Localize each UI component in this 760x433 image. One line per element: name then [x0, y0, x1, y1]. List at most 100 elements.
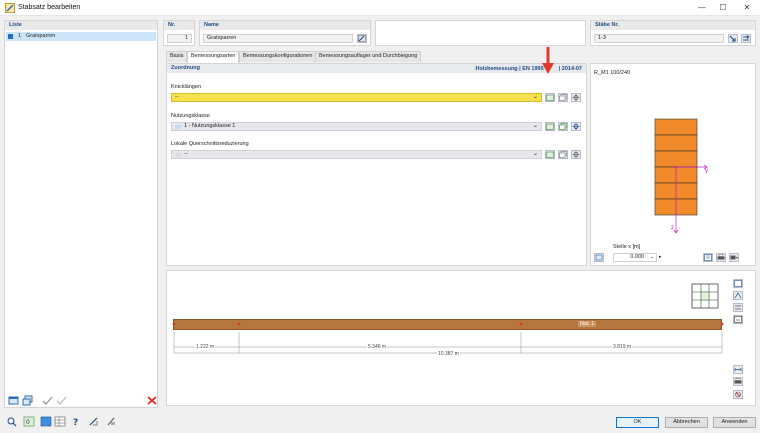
copy-reduction-button[interactable]	[558, 150, 568, 159]
list-item[interactable]: 1 Gratsparren	[6, 32, 156, 41]
section-settings-button[interactable]	[594, 253, 604, 262]
design-standard-right: | 2014-07	[558, 66, 582, 72]
title-bar: Stabsatz bearbeiten — ☐ ✕	[0, 0, 760, 16]
buckling-select[interactable]: -- ⌄	[171, 93, 542, 102]
tab-design-types[interactable]: Bemessungsarten	[187, 51, 240, 63]
name-label: Name	[200, 21, 370, 30]
edit-name-button[interactable]	[357, 34, 367, 43]
svg-text:0: 0	[26, 419, 30, 426]
edit-uncheck-icon[interactable]	[56, 395, 68, 406]
copy-icon	[559, 151, 567, 158]
cancel-button[interactable]: Abbrechen	[665, 417, 708, 428]
name-box: Name Gratsparren	[199, 20, 371, 46]
step-arrow-icon[interactable]: ▸	[659, 254, 662, 260]
buckling-value: --	[175, 94, 179, 100]
units-icon[interactable]: 0	[23, 416, 35, 427]
zoom-extents-icon	[734, 368, 742, 371]
reverse-members-button[interactable]	[741, 34, 751, 43]
dimension-1: 1.222 m	[195, 344, 216, 350]
view-button-2[interactable]	[733, 291, 743, 300]
apply-button[interactable]: Anwenden	[713, 417, 756, 428]
dimension-2: 5.346 m	[367, 344, 388, 350]
view-button-4[interactable]	[733, 315, 743, 324]
delete-icon[interactable]	[146, 395, 158, 406]
bottom-toolbar: 0 ?	[6, 416, 136, 428]
minimize-button[interactable]: —	[695, 2, 709, 14]
section-icon[interactable]	[105, 416, 117, 427]
svg-text:?: ?	[73, 418, 78, 427]
new-buckling-button[interactable]	[545, 93, 555, 102]
copy-class-button[interactable]	[558, 122, 568, 131]
assignment-title: Zuordnung	[171, 65, 201, 71]
new-reduction-button[interactable]	[545, 150, 555, 159]
tab-supports-deflection[interactable]: Bemessungsauflager und Durchbiegung	[315, 51, 422, 62]
help-icon[interactable]: ?	[71, 416, 83, 427]
copy-icon	[559, 94, 567, 101]
location-spinner[interactable]: 0.000 ⌄	[613, 253, 657, 262]
edit-check-icon[interactable]	[42, 395, 54, 406]
reduction-swatch	[175, 153, 181, 157]
print-icon	[734, 378, 742, 384]
maximize-button[interactable]: ☐	[716, 2, 730, 14]
reduction-select[interactable]: -- ⌄	[171, 150, 542, 159]
values-icon	[735, 305, 741, 310]
copy-icon	[559, 123, 567, 130]
chevron-down-icon: ⌄	[532, 151, 538, 157]
edit-class-button[interactable]	[571, 122, 581, 131]
section-display-button[interactable]	[729, 253, 739, 262]
new-icon	[546, 123, 554, 130]
edit-buckling-button[interactable]	[571, 93, 581, 102]
view-button-1[interactable]	[733, 279, 743, 288]
tab-design-configurations[interactable]: Bemessungskonfigurationen	[239, 51, 317, 62]
members-box: Stäbe Nr. 1-3	[590, 20, 756, 46]
display-options-icon	[730, 255, 738, 260]
new-class-button[interactable]	[545, 122, 555, 131]
view-button-3[interactable]	[733, 303, 743, 312]
reduction-value: --	[184, 151, 188, 157]
location-value: 0.000	[630, 254, 644, 260]
reduction-label: Lokale Querschnittsreduzierung	[171, 141, 249, 147]
assignment-panel: Zuordnung Holzbemessung | EN 1995 | 2014…	[166, 63, 587, 266]
new-item-icon[interactable]	[8, 395, 20, 406]
dimension-3: 3.819 m	[612, 344, 633, 350]
cross-section-graphic	[654, 118, 708, 234]
scale-icon	[734, 316, 742, 323]
list-toolbar	[8, 395, 158, 407]
y-axis-label: y	[705, 168, 708, 174]
comment-box	[375, 20, 586, 46]
copy-item-icon[interactable]	[22, 395, 34, 406]
pick-icon	[729, 35, 736, 42]
zoom-extents-button[interactable]	[733, 365, 743, 374]
table-icon[interactable]	[54, 416, 66, 427]
nr-field[interactable]: 1	[167, 34, 192, 43]
chevron-down-icon: ⌄	[532, 123, 538, 129]
search-icon[interactable]	[6, 416, 18, 427]
edit-reduction-button[interactable]	[571, 150, 581, 159]
chevron-down-icon: ⌄	[532, 94, 538, 100]
section-info-button[interactable]	[703, 253, 713, 262]
close-button[interactable]: ✕	[740, 2, 754, 14]
service-class-select[interactable]: 1 - Nutzungsklasse 1 ⌄	[171, 122, 542, 131]
reset-view-button[interactable]	[733, 390, 743, 399]
copy-buckling-button[interactable]	[558, 93, 568, 102]
beam-panel: Nst. 1 1.222 m 5.346 m 3.819 m 10.387 m	[166, 270, 756, 406]
settings-icon	[572, 151, 580, 158]
class-swatch	[175, 125, 181, 129]
view-cube-icon[interactable]	[691, 283, 719, 309]
nr-box: Nr. 1	[163, 20, 195, 46]
new-icon	[546, 151, 554, 158]
print-graphic-button[interactable]	[733, 377, 743, 386]
member-icon[interactable]	[88, 416, 100, 427]
ok-button[interactable]: OK	[616, 417, 659, 428]
display-icon	[734, 280, 742, 287]
name-field[interactable]: Gratsparren	[203, 34, 353, 43]
service-class-value: 1 - Nutzungsklasse 1	[184, 123, 236, 129]
select-members-button[interactable]	[728, 34, 738, 43]
section-print-button[interactable]	[716, 253, 726, 262]
edit-icon	[358, 35, 366, 42]
print-icon	[717, 254, 725, 260]
tab-basis[interactable]: Basis	[166, 51, 188, 62]
color-icon[interactable]	[40, 416, 52, 427]
window-title: Stabsatz bearbeiten	[18, 4, 81, 11]
members-field[interactable]: 1-3	[594, 34, 724, 43]
